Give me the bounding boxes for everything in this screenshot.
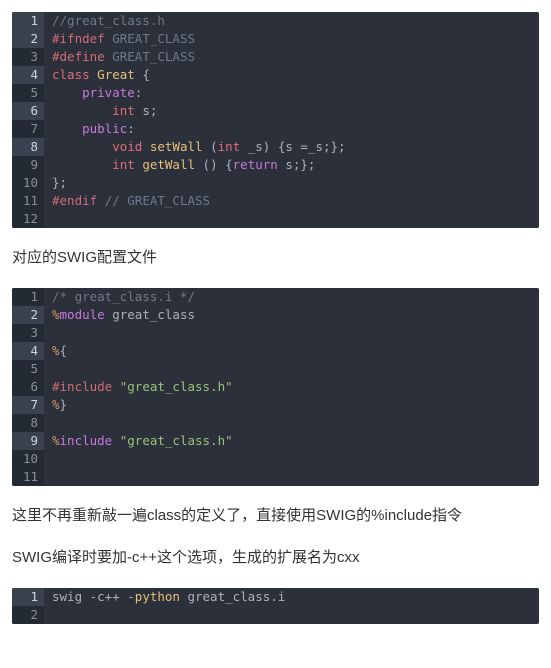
code-source: #define GREAT_CLASS bbox=[44, 48, 195, 66]
line-number: 5 bbox=[12, 84, 44, 102]
code-source: #include "great_class.h" bbox=[44, 378, 233, 396]
code-line: 11 bbox=[12, 468, 539, 486]
line-number: 12 bbox=[12, 210, 44, 228]
line-number: 11 bbox=[12, 192, 44, 210]
line-number: 3 bbox=[12, 48, 44, 66]
code-block-swig-command: 1swig -c++ -python great_class.i2 bbox=[12, 588, 539, 624]
code-source: class Great { bbox=[44, 66, 150, 84]
code-line: 3#define GREAT_CLASS bbox=[12, 48, 539, 66]
line-number: 10 bbox=[12, 174, 44, 192]
code-source: int s; bbox=[44, 102, 157, 120]
code-line: 5 private: bbox=[12, 84, 539, 102]
line-number: 7 bbox=[12, 120, 44, 138]
code-line: 10 bbox=[12, 450, 539, 468]
code-source bbox=[44, 360, 52, 378]
code-line: 9 int getWall () {return s;}; bbox=[12, 156, 539, 174]
code-source: #ifndef GREAT_CLASS bbox=[44, 30, 195, 48]
code-source bbox=[44, 324, 52, 342]
code-source: }; bbox=[44, 174, 67, 192]
line-number: 6 bbox=[12, 378, 44, 396]
code-line: 1swig -c++ -python great_class.i bbox=[12, 588, 539, 606]
code-source bbox=[44, 450, 52, 468]
code-line: 6 int s; bbox=[12, 102, 539, 120]
line-number: 5 bbox=[12, 360, 44, 378]
code-line: 4class Great { bbox=[12, 66, 539, 84]
code-line: 4%{ bbox=[12, 342, 539, 360]
line-number: 9 bbox=[12, 432, 44, 450]
code-line: 2%module great_class bbox=[12, 306, 539, 324]
code-line: 6#include "great_class.h" bbox=[12, 378, 539, 396]
code-source: swig -c++ -python great_class.i bbox=[44, 588, 285, 606]
line-number: 8 bbox=[12, 138, 44, 156]
code-source bbox=[44, 606, 52, 624]
paragraph-swig-option: SWIG编译时要加-c++这个选项，生成的扩展名为cxx bbox=[12, 546, 539, 570]
line-number: 8 bbox=[12, 414, 44, 432]
code-block-great-class-h: 1//great_class.h2#ifndef GREAT_CLASS3#de… bbox=[12, 12, 539, 228]
code-line: 3 bbox=[12, 324, 539, 342]
code-line: 8 void setWall (int _s) {s =_s;}; bbox=[12, 138, 539, 156]
code-line: 8 bbox=[12, 414, 539, 432]
code-line: 9%include "great_class.h" bbox=[12, 432, 539, 450]
code-source bbox=[44, 468, 52, 486]
code-source: %{ bbox=[44, 342, 67, 360]
line-number: 10 bbox=[12, 450, 44, 468]
line-number: 1 bbox=[12, 588, 44, 606]
code-line: 5 bbox=[12, 360, 539, 378]
code-line: 10}; bbox=[12, 174, 539, 192]
code-source: %include "great_class.h" bbox=[44, 432, 233, 450]
code-line: 11#endif // GREAT_CLASS bbox=[12, 192, 539, 210]
code-source bbox=[44, 210, 52, 228]
line-number: 2 bbox=[12, 306, 44, 324]
code-source: //great_class.h bbox=[44, 12, 165, 30]
code-source: %} bbox=[44, 396, 67, 414]
code-line: 1//great_class.h bbox=[12, 12, 539, 30]
line-number: 2 bbox=[12, 606, 44, 624]
code-line: 1/* great_class.i */ bbox=[12, 288, 539, 306]
code-source: #endif // GREAT_CLASS bbox=[44, 192, 210, 210]
code-block-great-class-i: 1/* great_class.i */2%module great_class… bbox=[12, 288, 539, 486]
paragraph-swig-config: 对应的SWIG配置文件 bbox=[12, 246, 539, 270]
line-number: 2 bbox=[12, 30, 44, 48]
line-number: 1 bbox=[12, 288, 44, 306]
code-source: %module great_class bbox=[44, 306, 195, 324]
line-number: 1 bbox=[12, 12, 44, 30]
code-source: void setWall (int _s) {s =_s;}; bbox=[44, 138, 346, 156]
line-number: 11 bbox=[12, 468, 44, 486]
line-number: 9 bbox=[12, 156, 44, 174]
line-number: 7 bbox=[12, 396, 44, 414]
line-number: 4 bbox=[12, 342, 44, 360]
line-number: 4 bbox=[12, 66, 44, 84]
line-number: 6 bbox=[12, 102, 44, 120]
paragraph-include-directive: 这里不再重新敲一遍class的定义了，直接使用SWIG的%include指令 bbox=[12, 504, 539, 528]
code-line: 2 bbox=[12, 606, 539, 624]
code-source: private: bbox=[44, 84, 142, 102]
code-line: 2#ifndef GREAT_CLASS bbox=[12, 30, 539, 48]
code-source bbox=[44, 414, 52, 432]
code-source: public: bbox=[44, 120, 135, 138]
code-line: 12 bbox=[12, 210, 539, 228]
code-line: 7 public: bbox=[12, 120, 539, 138]
code-source: int getWall () {return s;}; bbox=[44, 156, 315, 174]
code-line: 7%} bbox=[12, 396, 539, 414]
line-number: 3 bbox=[12, 324, 44, 342]
code-source: /* great_class.i */ bbox=[44, 288, 195, 306]
